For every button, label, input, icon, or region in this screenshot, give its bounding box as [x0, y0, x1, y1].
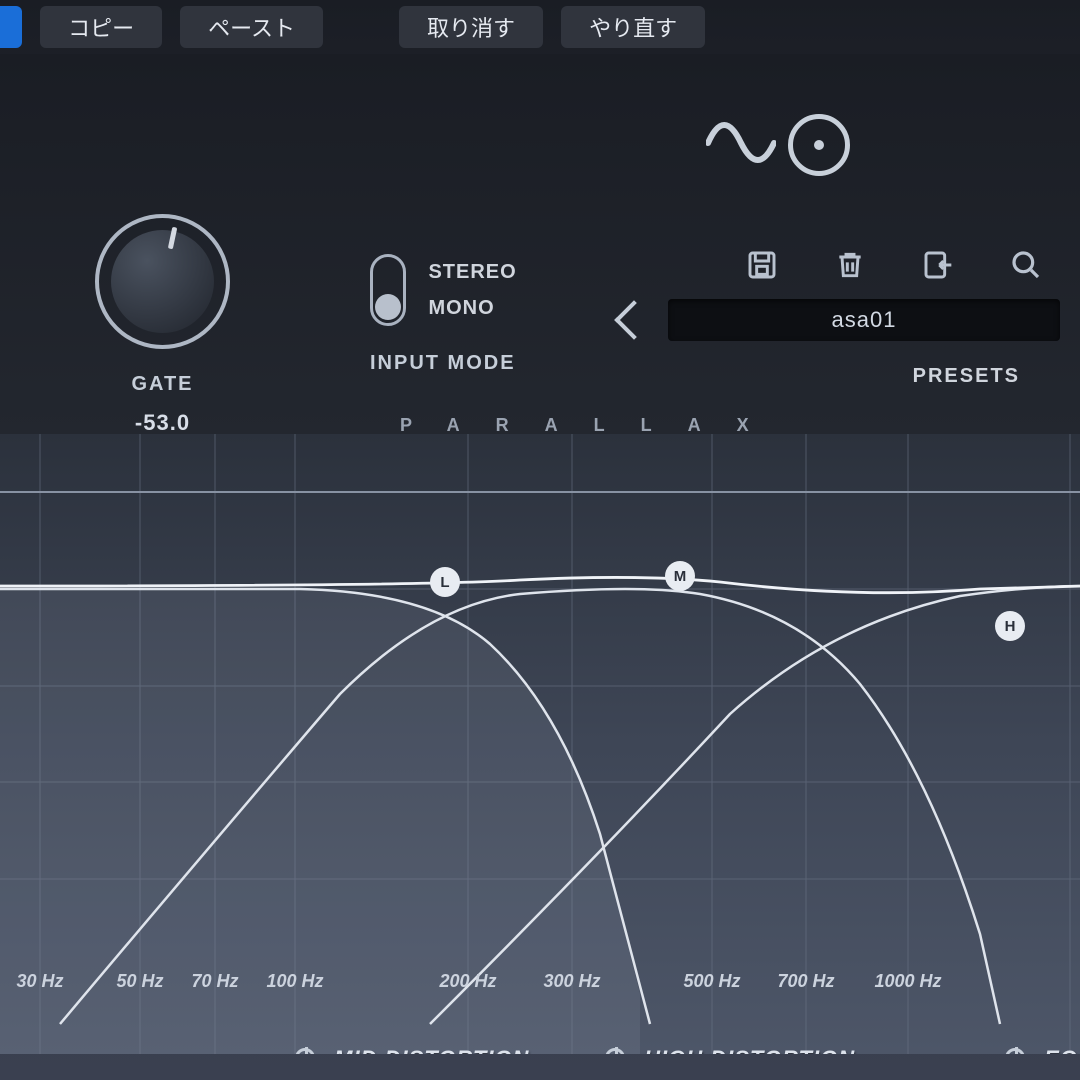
power-icon[interactable] — [295, 1048, 315, 1054]
preset-section: asa01 PRESETS — [620, 249, 1060, 388]
input-mode-control: STEREO MONO INPUT MODE — [370, 254, 517, 375]
gate-control: GATE -53.0 — [95, 214, 230, 436]
freq-tick: 200 Hz — [439, 971, 496, 992]
plugin-brand-name: PARALLAX — [400, 415, 785, 436]
band-handle-high[interactable]: H — [995, 611, 1025, 641]
paste-button[interactable]: ペースト — [180, 6, 323, 48]
redo-button[interactable]: やり直す — [561, 6, 705, 48]
band-handle-mid[interactable]: M — [665, 561, 695, 591]
gate-knob[interactable] — [95, 214, 230, 349]
input-mode-option-mono: MONO — [428, 290, 516, 326]
freq-tick: 700 Hz — [777, 971, 834, 992]
save-icon[interactable] — [746, 249, 778, 281]
import-icon[interactable] — [922, 249, 954, 281]
search-icon[interactable] — [1010, 249, 1042, 281]
crossover-svg — [0, 434, 1080, 1054]
mid-distortion-label: MID DISTORTION — [334, 1046, 529, 1054]
undo-button[interactable]: 取り消す — [399, 6, 543, 48]
band-handle-low[interactable]: L — [430, 567, 460, 597]
freq-tick: 30 Hz — [16, 971, 63, 992]
freq-tick: 70 Hz — [191, 971, 238, 992]
preset-name-display[interactable]: asa01 — [668, 299, 1060, 341]
input-mode-option-stereo: STEREO — [428, 254, 516, 290]
freq-tick: 100 Hz — [266, 971, 323, 992]
host-toolbar: コピー ペースト 取り消す やり直す — [0, 0, 1070, 54]
power-icon[interactable] — [605, 1048, 625, 1054]
preset-prev-icon[interactable] — [614, 300, 654, 340]
crossover-graph[interactable]: L M H 30 Hz 50 Hz 70 Hz 100 Hz 200 Hz 30… — [0, 434, 1080, 1054]
input-mode-label: INPUT MODE — [370, 352, 517, 375]
circle-dot-icon — [788, 114, 850, 176]
freq-tick: 50 Hz — [116, 971, 163, 992]
high-distortion-label: HIGH DISTORTION — [644, 1046, 855, 1054]
gate-value: -53.0 — [95, 410, 230, 436]
freq-tick: 300 Hz — [543, 971, 600, 992]
sine-wave-icon — [706, 115, 776, 175]
trash-icon[interactable] — [834, 249, 866, 281]
copy-button[interactable]: コピー — [40, 6, 162, 48]
stereo-mono-toggle[interactable] — [370, 254, 406, 326]
eq-label: EQ — [1044, 1046, 1078, 1054]
plugin-header-panel: GATE -53.0 STEREO MONO INPUT MODE — [0, 54, 1080, 434]
presets-label: PRESETS — [620, 365, 1060, 388]
power-icon[interactable] — [1005, 1048, 1025, 1054]
plugin-logo — [706, 114, 850, 176]
gate-label: GATE — [95, 373, 230, 396]
toolbar-btn-partial[interactable] — [0, 6, 22, 48]
freq-tick: 500 Hz — [683, 971, 740, 992]
freq-tick: 1000 Hz — [874, 971, 941, 992]
